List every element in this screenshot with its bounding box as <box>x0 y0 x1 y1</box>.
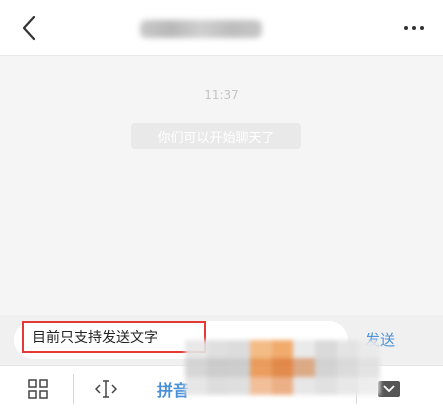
contact-name-redacted <box>140 20 262 38</box>
redacted-mosaic <box>185 340 380 395</box>
more-options-button[interactable] <box>397 16 431 40</box>
chevron-left-icon <box>22 15 36 41</box>
ellipsis-icon <box>404 26 408 30</box>
chat-message-area: 11:37 你们可以开始聊天了 <box>0 57 443 315</box>
message-timestamp: 11:37 <box>204 88 239 102</box>
keyboard-menu-button[interactable] <box>18 366 58 410</box>
keyboard-hide-icon <box>378 380 400 397</box>
system-message: 你们可以开始聊天了 <box>131 123 301 149</box>
message-input-value: 目前只支持发送文字 <box>32 330 158 346</box>
grid-icon <box>28 378 48 399</box>
toolbar-divider <box>73 374 74 404</box>
back-button[interactable] <box>14 12 44 44</box>
chat-header <box>0 0 443 56</box>
text-cursor-icon <box>95 379 117 398</box>
cursor-control-button[interactable] <box>88 366 124 410</box>
message-input[interactable]: 目前只支持发送文字 <box>22 321 206 353</box>
